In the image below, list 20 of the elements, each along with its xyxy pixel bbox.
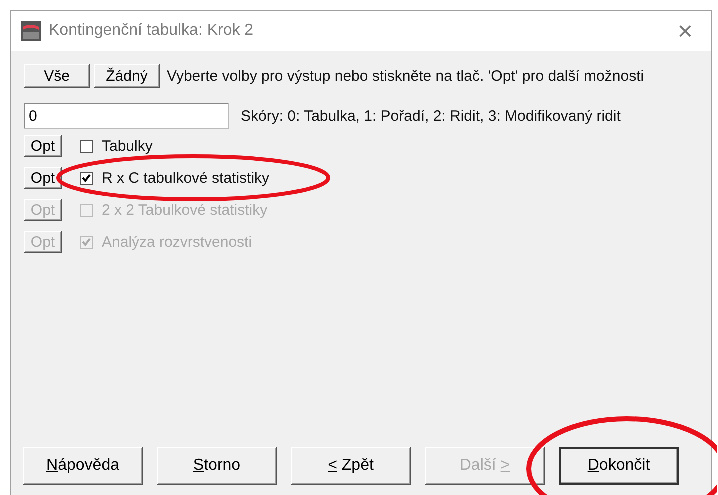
- app-icon: [21, 21, 41, 41]
- window-title: Kontingenční tabulka: Krok 2: [49, 22, 255, 40]
- select-button[interactable]: Vše: [24, 64, 90, 88]
- select-button[interactable]: Žádný: [94, 64, 160, 88]
- option-label: R x C tabulkové statistiky: [102, 170, 270, 186]
- checkbox[interactable]: [80, 172, 93, 184]
- dialog-button[interactable]: Nápověda: [23, 447, 143, 485]
- option-label: Tabulky: [102, 138, 153, 154]
- opt-button[interactable]: Opt: [24, 135, 62, 157]
- instruction-text: Vyberte volby pro výstup nebo stiskněte na tlač. 'Opt' pro další možnosti: [167, 68, 644, 84]
- option-label: 2 x 2 Tabulkové statistiky: [102, 202, 268, 218]
- dialog-button[interactable]: < Zpět: [291, 447, 411, 485]
- score-field[interactable]: 0: [24, 103, 229, 129]
- close-button[interactable]: ×: [668, 18, 703, 44]
- opt-button[interactable]: Opt: [24, 167, 62, 189]
- score-hint: Skóry: 0: Tabulka, 1: Pořadí, 2: Ridit, 3: Modifikovaný ridit: [241, 108, 621, 124]
- option-label: Analýza rozvrstvenosti: [102, 234, 252, 250]
- dialog-button[interactable]: Dokončit: [559, 447, 679, 485]
- dialog-button[interactable]: Storno: [157, 447, 277, 485]
- checkbox[interactable]: [80, 140, 93, 152]
